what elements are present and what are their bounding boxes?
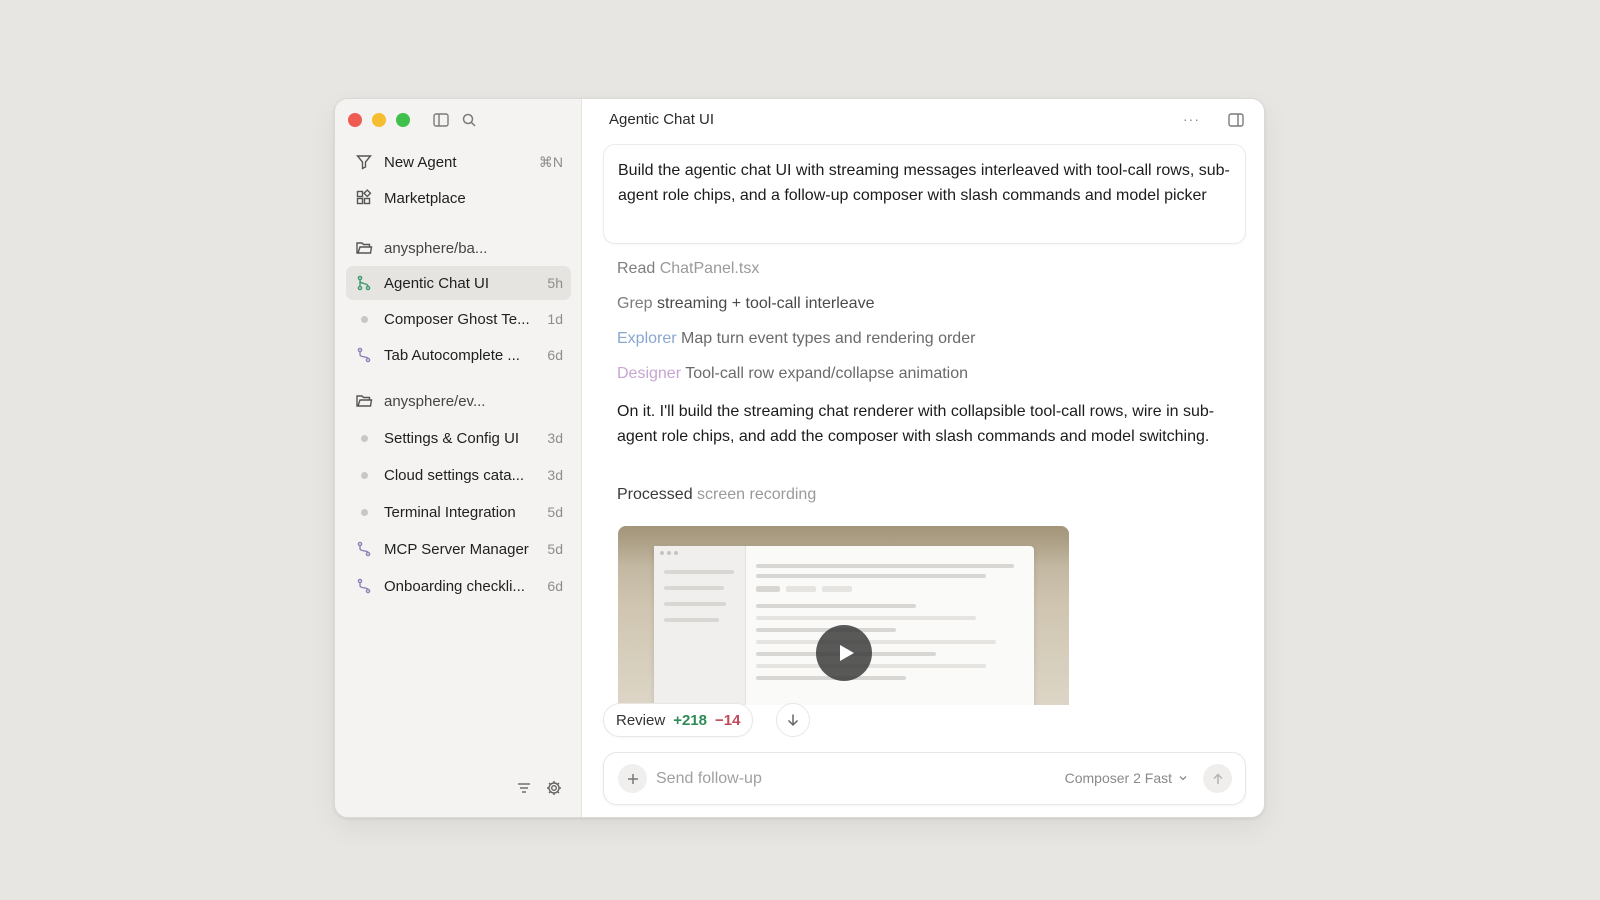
sub-agent-role-chip: Designer (617, 365, 682, 382)
chevron-down-icon (1179, 776, 1187, 781)
tool-call-detail: streaming + tool-call interleave (657, 295, 875, 312)
tool-call-row-read[interactable]: Read ChatPanel.tsx (617, 258, 759, 280)
add-attachment-button[interactable] (618, 764, 647, 793)
sidebar-item-settings-config[interactable]: Settings & Config UI 3d (346, 421, 571, 455)
send-button[interactable] (1203, 764, 1232, 793)
follow-up-input[interactable] (656, 766, 1026, 792)
assistant-message: On it. I'll build the streaming chat ren… (617, 403, 1215, 445)
folder-label: anysphere/ev... (384, 392, 486, 410)
new-agent-button[interactable]: New Agent ⌘N (346, 145, 571, 179)
new-agent-icon (354, 152, 374, 172)
tool-call-detail: screen recording (697, 486, 817, 503)
sidebar-item-label: Agentic Chat UI (384, 274, 490, 292)
lines-added: +218 (673, 711, 707, 729)
sidebar-item-time: 1d (547, 311, 563, 327)
tool-call-kind: Grep (617, 295, 653, 312)
sub-agent-task: Map turn event types and rendering order (681, 330, 976, 347)
branch-icon (354, 273, 374, 293)
sidebar-item-label: Composer Ghost Te... (384, 310, 530, 328)
sidebar-item-time: 5d (547, 541, 563, 557)
sidebar-item-label: Settings & Config UI (384, 429, 520, 447)
more-options-icon[interactable]: ··· (1183, 111, 1200, 127)
new-agent-label: New Agent (384, 153, 457, 171)
bullet-icon (354, 465, 374, 485)
sidebar-item-time: 3d (547, 467, 563, 483)
sidebar-item-label: Terminal Integration (384, 503, 516, 521)
app-window: New Agent ⌘N Marketplace anysphere/ba...… (334, 98, 1265, 818)
sidebar-item-tab-autocomplete[interactable]: Tab Autocomplete ... 6d (346, 338, 571, 372)
window-controls (348, 113, 410, 127)
play-icon[interactable] (816, 625, 872, 681)
filter-icon[interactable] (515, 779, 533, 797)
sub-agent-row-explorer[interactable]: Explorer Map turn event types and render… (617, 328, 975, 350)
sidebar-toggle-icon[interactable] (432, 111, 450, 129)
branch-icon (354, 539, 374, 559)
sidebar-item-time: 3d (547, 430, 563, 446)
user-prompt-message: Build the agentic chat UI with streaming… (603, 144, 1246, 244)
folder-label: anysphere/ba... (384, 239, 488, 257)
tool-call-kind: Processed (617, 486, 693, 503)
sidebar-item-label: Tab Autocomplete ... (384, 346, 520, 364)
arrow-down-icon (787, 714, 799, 727)
branch-icon (354, 345, 374, 365)
scroll-to-bottom-button[interactable] (776, 703, 810, 737)
page-title: Agentic Chat UI (609, 111, 715, 128)
tool-call-row-processed[interactable]: Processed screen recording (617, 484, 816, 506)
lines-removed: −14 (714, 711, 741, 729)
sidebar-item-label: Onboarding checkli... (384, 577, 525, 595)
folder-anysphere-ev[interactable]: anysphere/ev... (346, 384, 571, 418)
sidebar-item-cloud-settings[interactable]: Cloud settings cata... 3d (346, 458, 571, 492)
tool-call-kind: Read (617, 260, 656, 277)
sidebar-footer (515, 779, 563, 797)
branch-icon (354, 576, 374, 596)
minimize-window-button[interactable] (372, 113, 386, 127)
sub-agent-role-chip: Explorer (617, 330, 677, 347)
gear-icon[interactable] (545, 779, 563, 797)
chat-panel: Agentic Chat UI ··· Build the agentic ch… (582, 99, 1264, 817)
bullet-icon (354, 502, 374, 522)
marketplace-label: Marketplace (384, 189, 466, 207)
sub-agent-task: Tool-call row expand/collapse animation (685, 365, 969, 382)
sidebar-item-label: Cloud settings cata... (384, 466, 525, 484)
sub-agent-row-designer[interactable]: Designer Tool-call row expand/collapse a… (617, 363, 968, 385)
tool-call-row-grep[interactable]: Grep streaming + tool-call interleave (617, 293, 874, 315)
marketplace-icon (354, 188, 374, 208)
tool-call-detail: ChatPanel.tsx (659, 260, 760, 277)
new-agent-shortcut: ⌘N (538, 153, 563, 170)
sidebar-item-onboarding[interactable]: Onboarding checkli... 6d (346, 569, 571, 603)
close-window-button[interactable] (348, 113, 362, 127)
folder-icon (354, 238, 374, 258)
sidebar-item-label: MCP Server Manager (384, 540, 529, 558)
plus-icon (627, 773, 638, 784)
search-icon[interactable] (460, 111, 478, 129)
sidebar-item-time: 5h (547, 275, 563, 291)
model-picker[interactable]: Composer 2 Fast (1065, 770, 1188, 786)
toggle-panel-icon[interactable] (1227, 111, 1245, 129)
follow-up-composer: Composer 2 Fast (603, 752, 1246, 805)
sidebar-item-composer-ghost[interactable]: Composer Ghost Te... 1d (346, 302, 571, 336)
bullet-icon (354, 428, 374, 448)
screen-recording-video[interactable] (618, 526, 1069, 705)
marketplace-button[interactable]: Marketplace (346, 181, 571, 215)
sidebar-item-time: 5d (547, 504, 563, 520)
folder-anysphere-ba[interactable]: anysphere/ba... (346, 231, 571, 265)
sidebar-item-time: 6d (547, 347, 563, 363)
model-picker-label: Composer 2 Fast (1064, 770, 1172, 786)
folder-icon (354, 391, 374, 411)
zoom-window-button[interactable] (396, 113, 410, 127)
review-label: Review (616, 711, 666, 729)
sidebar-item-mcp-server-manager[interactable]: MCP Server Manager 5d (346, 532, 571, 566)
sidebar: New Agent ⌘N Marketplace anysphere/ba...… (335, 99, 582, 817)
sidebar-item-terminal-integration[interactable]: Terminal Integration 5d (346, 495, 571, 529)
review-changes-button[interactable]: Review +218 −14 (603, 703, 754, 737)
bullet-icon (354, 309, 374, 329)
arrow-up-icon (1212, 772, 1223, 784)
sidebar-item-agentic-chat-ui[interactable]: Agentic Chat UI 5h (346, 266, 571, 300)
sidebar-item-time: 6d (547, 578, 563, 594)
